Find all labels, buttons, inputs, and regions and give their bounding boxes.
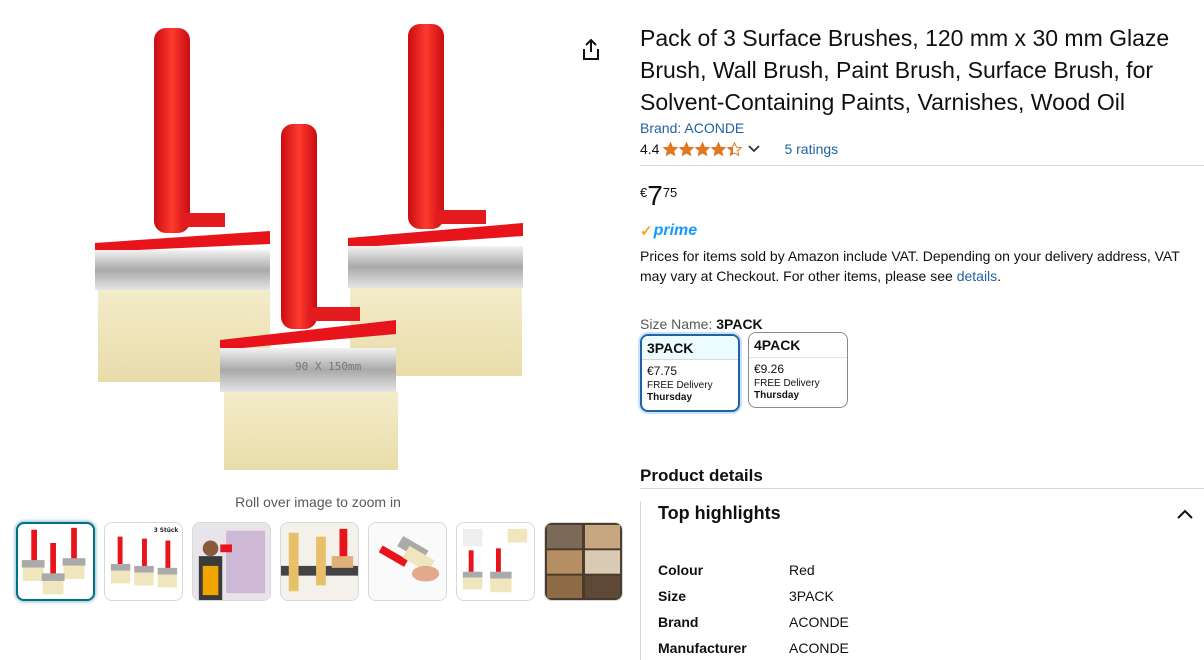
detail-key: Brand [658, 614, 699, 630]
divider [640, 488, 1204, 489]
rating-row: 4.4 5 ratings [640, 139, 1204, 159]
prime-badge: ✓ prime [640, 222, 1204, 240]
detail-value: Red [789, 562, 815, 578]
star-icon [711, 141, 727, 156]
thumbnail-7[interactable] [544, 522, 623, 601]
thumbnail-5[interactable] [368, 522, 447, 601]
size-label-text: Size Name: [640, 316, 717, 332]
size-option-delivery: FREE Delivery [647, 380, 713, 391]
top-highlights-title: Top highlights [658, 502, 781, 523]
product-title: Pack of 3 Surface Brushes, 120 mm x 30 m… [640, 25, 1170, 115]
share-icon[interactable] [580, 38, 602, 62]
price-fraction: 75 [662, 185, 678, 200]
size-option-price: €9.26 [754, 362, 785, 376]
table-row: Manufacturer ACONDE [658, 635, 849, 660]
star-icon [695, 141, 711, 156]
price-symbol: € [640, 185, 648, 200]
vat-end: . [997, 268, 1002, 284]
vat-details-link[interactable]: details [957, 268, 997, 284]
star-icon [679, 141, 695, 156]
detail-key: Colour [658, 562, 704, 578]
size-label: Size Name: 3PACK [640, 316, 1204, 332]
detail-value: ACONDE [789, 614, 849, 630]
size-option-name: 4PACK [754, 337, 801, 353]
size-option-4pack[interactable]: 4PACK €9.26 FREE Delivery Thursday [748, 332, 848, 408]
size-option-delivery: FREE Delivery [754, 378, 820, 389]
table-row: Colour Red [658, 557, 849, 583]
thumbnail-4[interactable] [280, 522, 359, 601]
product-details-title: Product details [640, 466, 763, 485]
product-info: Pack of 3 Surface Brushes, 120 mm x 30 m… [640, 22, 1204, 660]
top-highlights-toggle[interactable]: Top highlights [640, 501, 1204, 525]
size-option-3pack[interactable]: 3PACK €7.75 FREE Delivery Thursday [640, 334, 740, 412]
size-option-name: 3PACK [642, 336, 738, 360]
thumbnail-2[interactable]: 3 Stück [104, 522, 183, 601]
chevron-up-icon[interactable] [1176, 507, 1194, 519]
size-option-price: €7.75 [647, 364, 678, 378]
size-option-day: Thursday [647, 392, 693, 403]
price-whole: 7 [647, 180, 663, 211]
ratings-count-link[interactable]: 5 ratings [784, 141, 838, 157]
rating-value: 4.4 [640, 141, 660, 157]
chevron-down-icon[interactable] [748, 142, 761, 156]
thumbnail-6[interactable] [456, 522, 535, 601]
star-rating[interactable] [663, 141, 743, 157]
star-icon [663, 141, 679, 156]
highlights-left-rule [640, 501, 641, 660]
brand-link[interactable]: Brand: ACONDE [640, 120, 1204, 136]
size-selected-name: 3PACK [716, 316, 763, 332]
thumbnail-3[interactable] [192, 522, 271, 601]
zoom-hint: Roll over image to zoom in [235, 494, 401, 510]
brush-size-print: 90 X 150mm [295, 360, 362, 373]
product-details-table: Colour Red Size 3PACK Brand ACONDE Manuf… [658, 557, 849, 660]
main-product-image[interactable]: 90 X 150mm [60, 14, 560, 484]
thumbnail-strip: 3 Stück [16, 522, 623, 601]
detail-key: Manufacturer [658, 640, 747, 656]
size-options: 3PACK €7.75 FREE Delivery Thursday 4PACK… [640, 332, 1204, 412]
vat-text: Prices for items sold by Amazon include … [640, 248, 1180, 284]
price: € 7 75 [640, 182, 1204, 212]
detail-key: Size [658, 588, 687, 604]
thumb-badge: 3 Stück [154, 528, 179, 534]
vat-notice: Prices for items sold by Amazon include … [640, 246, 1196, 286]
size-option-day: Thursday [754, 390, 800, 401]
prime-check-icon: ✓ [640, 223, 653, 240]
thumbnail-1[interactable] [16, 522, 95, 601]
prime-label: prime [653, 222, 698, 239]
detail-value: ACONDE [789, 640, 849, 656]
star-icon [727, 141, 743, 156]
table-row: Size 3PACK [658, 583, 849, 609]
detail-value: 3PACK [789, 588, 834, 604]
table-row: Brand ACONDE [658, 609, 849, 635]
divider [640, 165, 1204, 166]
